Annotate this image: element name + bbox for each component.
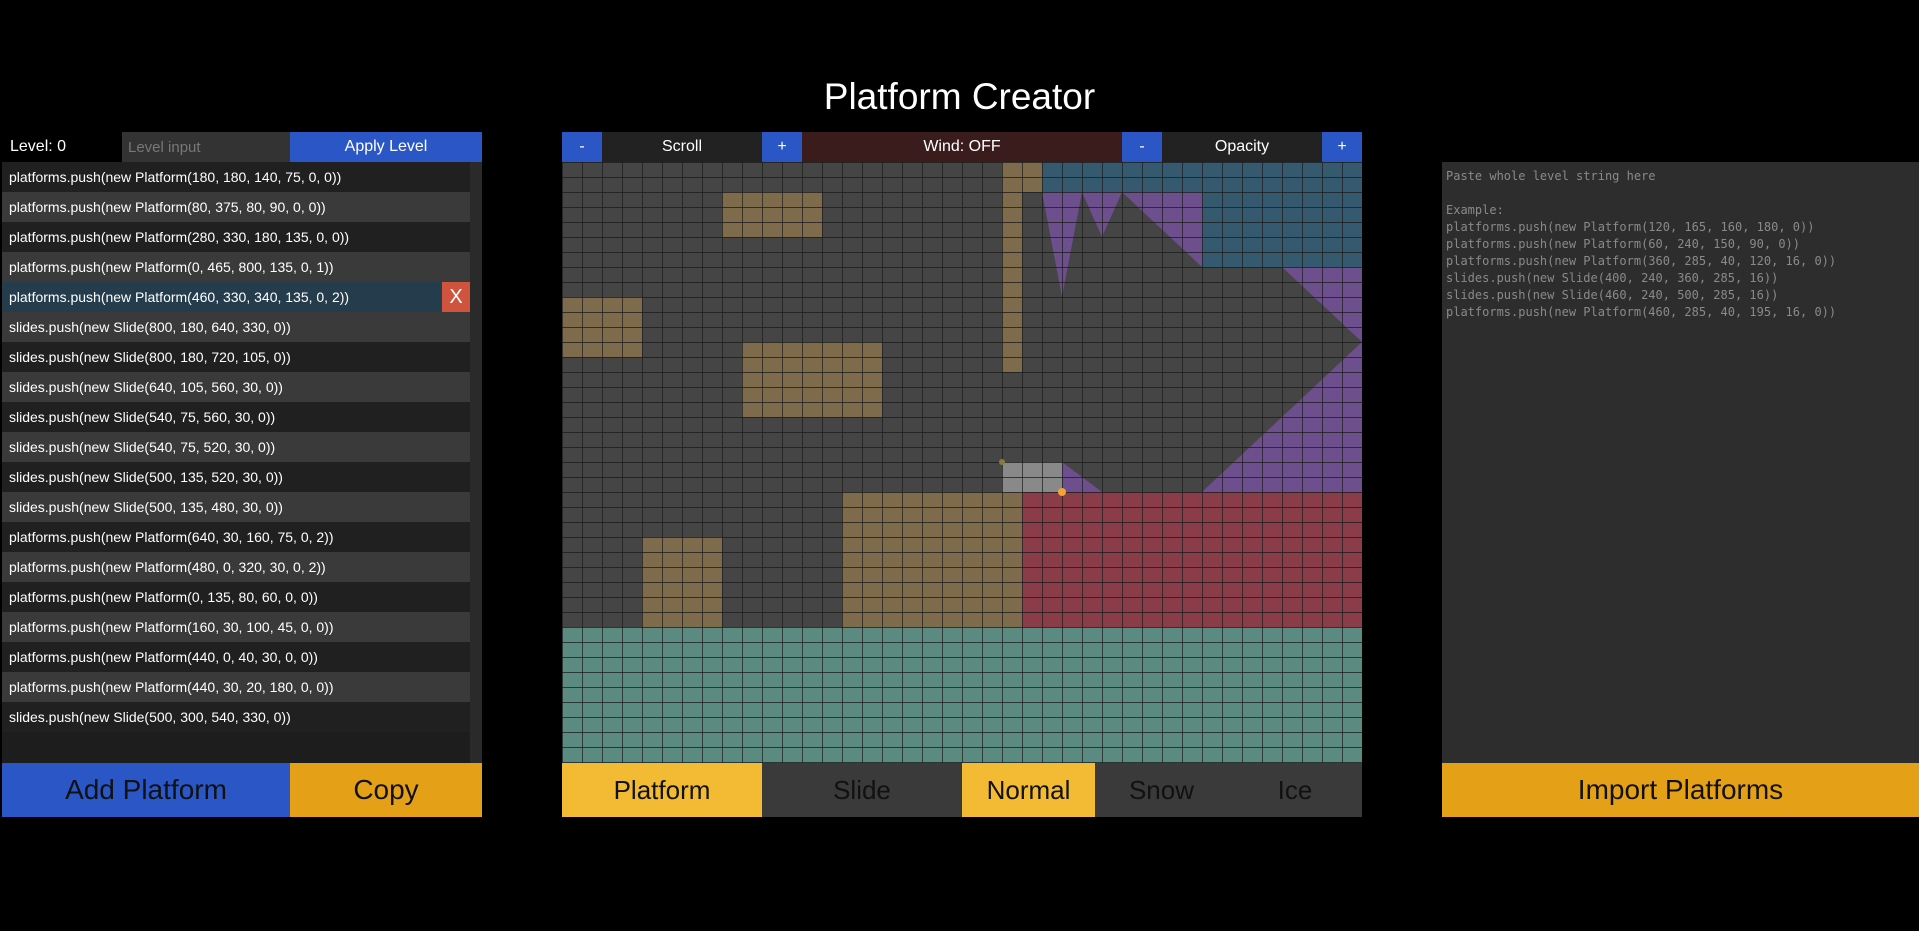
list-item-text: slides.push(new Slide(640, 105, 560, 30,… — [9, 379, 283, 395]
list-item-text: slides.push(new Slide(800, 180, 640, 330… — [9, 319, 291, 335]
scroll-increase-button[interactable]: + — [762, 132, 802, 162]
list-item-text: platforms.push(new Platform(440, 30, 20,… — [9, 679, 334, 695]
apply-level-button[interactable]: Apply Level — [290, 132, 482, 162]
canvas-grid — [562, 162, 1362, 763]
page-title: Platform Creator — [823, 76, 1096, 117]
list-item[interactable]: platforms.push(new Platform(440, 30, 20,… — [2, 672, 470, 702]
import-textarea[interactable] — [1442, 162, 1919, 763]
list-item[interactable]: slides.push(new Slide(500, 135, 520, 30,… — [2, 462, 470, 492]
level-bar: Level: 0 Apply Level — [2, 132, 482, 162]
list-item-text: slides.push(new Slide(500, 135, 520, 30,… — [9, 469, 283, 485]
delete-item-button[interactable]: X — [442, 282, 470, 312]
list-item[interactable]: platforms.push(new Platform(440, 0, 40, … — [2, 642, 470, 672]
list-item[interactable]: slides.push(new Slide(800, 180, 640, 330… — [2, 312, 470, 342]
scroll-decrease-button[interactable]: - — [562, 132, 602, 162]
editor-controls: - Scroll + Wind: OFF - Opacity + — [562, 132, 1362, 162]
platform-mode-button[interactable]: Platform — [562, 763, 762, 817]
wind-toggle-button[interactable]: Wind: OFF — [802, 132, 1122, 162]
list-item-text: slides.push(new Slide(800, 180, 720, 105… — [9, 349, 291, 365]
cursor-start-point — [999, 459, 1005, 465]
list-item-text: platforms.push(new Platform(80, 375, 80,… — [9, 199, 326, 215]
opacity-decrease-button[interactable]: - — [1122, 132, 1162, 162]
list-item[interactable]: platforms.push(new Platform(80, 375, 80,… — [2, 192, 470, 222]
list-item[interactable]: platforms.push(new Platform(180, 180, 14… — [2, 162, 470, 192]
snow-type-button[interactable]: Snow — [1095, 763, 1228, 817]
platform-list: platforms.push(new Platform(180, 180, 14… — [2, 162, 470, 732]
list-item-text: platforms.push(new Platform(160, 30, 100… — [9, 619, 334, 635]
level-label: Level: 0 — [10, 138, 67, 155]
platform-list-panel: Level: 0 Apply Level platforms.push(new … — [2, 132, 482, 817]
opacity-increase-button[interactable]: + — [1322, 132, 1362, 162]
normal-type-button[interactable]: Normal — [962, 763, 1095, 817]
list-item[interactable]: platforms.push(new Platform(160, 30, 100… — [2, 612, 470, 642]
list-item-text: slides.push(new Slide(540, 75, 560, 30, … — [9, 409, 276, 425]
list-item-text: platforms.push(new Platform(280, 330, 18… — [9, 229, 350, 245]
slide-mode-button[interactable]: Slide — [762, 763, 962, 817]
level-input[interactable] — [122, 132, 290, 162]
cursor-end-point — [1058, 488, 1066, 496]
list-item-text: platforms.push(new Platform(0, 135, 80, … — [9, 589, 318, 605]
mode-bar: Platform Slide Normal Snow Ice — [562, 763, 1362, 817]
list-item[interactable]: slides.push(new Slide(540, 75, 520, 30, … — [2, 432, 470, 462]
import-platforms-button[interactable]: Import Platforms — [1442, 763, 1919, 817]
list-item-text: slides.push(new Slide(500, 135, 480, 30,… — [9, 499, 283, 515]
list-item-text: platforms.push(new Platform(460, 330, 34… — [9, 289, 350, 305]
list-item-text: platforms.push(new Platform(480, 0, 320,… — [9, 559, 326, 575]
level-canvas[interactable] — [562, 162, 1362, 763]
list-item[interactable]: platforms.push(new Platform(0, 135, 80, … — [2, 582, 470, 612]
add-platform-button[interactable]: Add Platform — [2, 763, 290, 817]
ice-type-button[interactable]: Ice — [1228, 763, 1362, 817]
list-item[interactable]: slides.push(new Slide(540, 75, 560, 30, … — [2, 402, 470, 432]
list-item[interactable]: platforms.push(new Platform(0, 465, 800,… — [2, 252, 470, 282]
list-scrollbar[interactable] — [470, 162, 482, 767]
list-item-text: platforms.push(new Platform(440, 0, 40, … — [9, 649, 318, 665]
list-item[interactable]: slides.push(new Slide(500, 300, 540, 330… — [2, 702, 470, 732]
opacity-label: Opacity — [1162, 132, 1322, 162]
list-item[interactable]: slides.push(new Slide(500, 135, 480, 30,… — [2, 492, 470, 522]
list-item-text: platforms.push(new Platform(180, 180, 14… — [9, 169, 342, 185]
list-item-text: slides.push(new Slide(500, 300, 540, 330… — [9, 709, 291, 725]
list-item[interactable]: slides.push(new Slide(800, 180, 720, 105… — [2, 342, 470, 372]
list-item[interactable]: platforms.push(new Platform(460, 330, 34… — [2, 282, 470, 312]
list-item[interactable]: slides.push(new Slide(640, 105, 560, 30,… — [2, 372, 470, 402]
copy-button[interactable]: Copy — [290, 763, 482, 817]
list-item[interactable]: platforms.push(new Platform(640, 30, 160… — [2, 522, 470, 552]
list-item[interactable]: platforms.push(new Platform(480, 0, 320,… — [2, 552, 470, 582]
list-item-text: slides.push(new Slide(540, 75, 520, 30, … — [9, 439, 276, 455]
scroll-label: Scroll — [602, 132, 762, 162]
list-item[interactable]: platforms.push(new Platform(280, 330, 18… — [2, 222, 470, 252]
list-item-text: platforms.push(new Platform(640, 30, 160… — [9, 529, 334, 545]
list-item-text: platforms.push(new Platform(0, 465, 800,… — [9, 259, 334, 275]
